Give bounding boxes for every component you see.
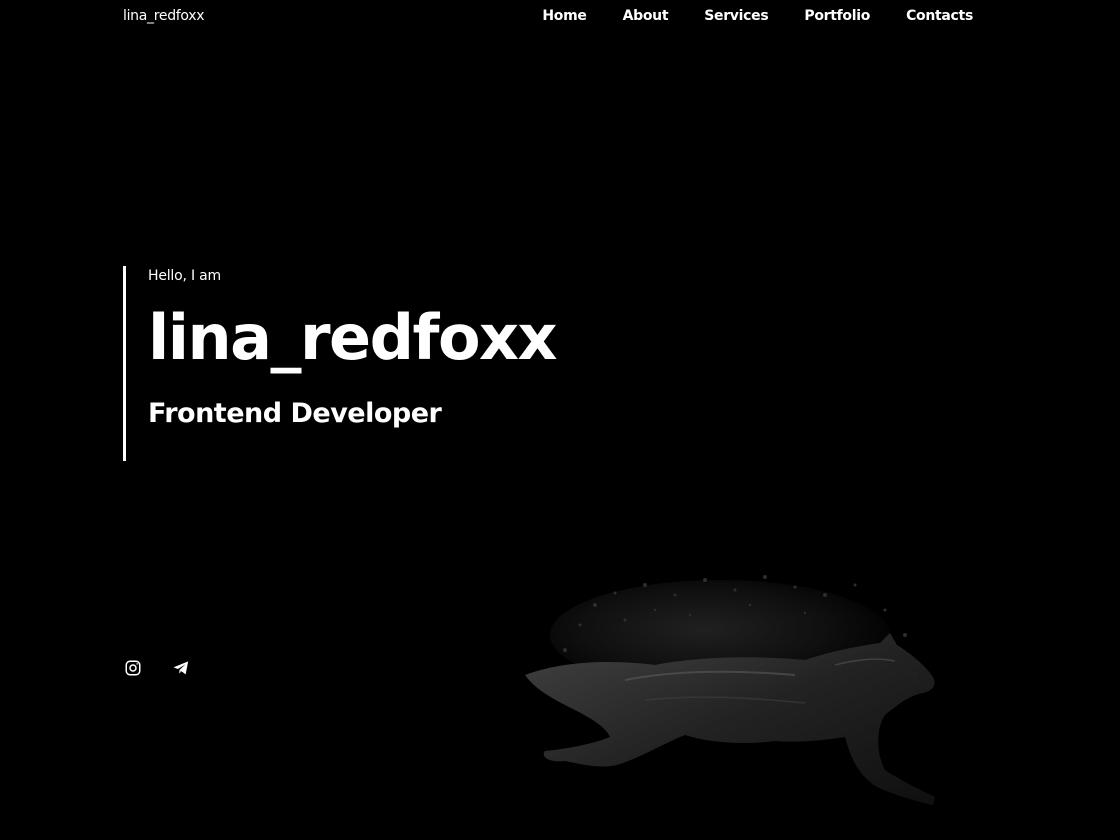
instagram-link[interactable] <box>124 659 142 677</box>
nav-about[interactable]: About <box>623 8 669 24</box>
instagram-icon <box>125 660 141 676</box>
hero-role: Frontend Developer <box>148 398 442 429</box>
nav-contacts[interactable]: Contacts <box>906 8 973 24</box>
hero-section: Hello, I am lina_redfoxx Frontend Develo… <box>123 266 643 461</box>
telegram-link[interactable] <box>172 659 190 677</box>
main-nav: Home About Services Portfolio Contacts <box>542 8 973 24</box>
page: lina_redfoxx Home About Services Portfol… <box>0 0 1120 840</box>
hero-name: lina_redfoxx <box>148 301 558 374</box>
hero-greeting: Hello, I am <box>148 268 221 284</box>
logo-link[interactable]: lina_redfoxx <box>123 8 205 24</box>
nav-portfolio[interactable]: Portfolio <box>804 8 870 24</box>
nav-services[interactable]: Services <box>704 8 768 24</box>
social-links <box>124 659 190 677</box>
telegram-icon <box>173 661 189 675</box>
nav-home[interactable]: Home <box>542 8 587 24</box>
site-header: lina_redfoxx Home About Services Portfol… <box>123 0 973 34</box>
wolf-illustration <box>505 565 965 820</box>
wolf-silhouette <box>525 575 935 805</box>
